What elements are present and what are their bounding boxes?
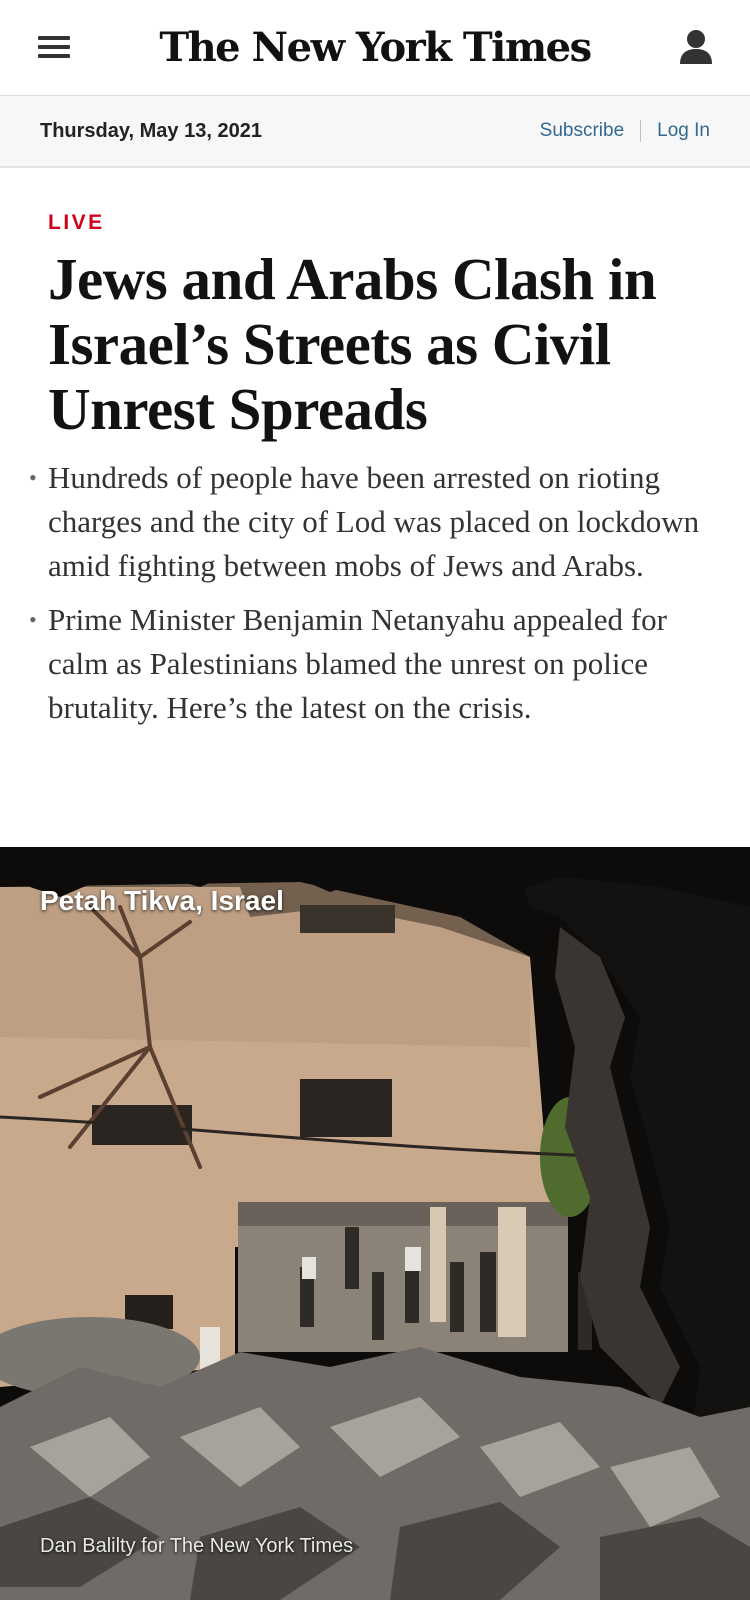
summary-bullet: • Hundreds of people have been arrested …: [29, 456, 702, 588]
summary-bullet: • Prime Minister Benjamin Netanyahu appe…: [29, 598, 702, 730]
top-bar: The New York Times: [0, 0, 750, 96]
nyt-logo[interactable]: The New York Times: [159, 24, 592, 71]
summary-bullets: • Hundreds of people have been arrested …: [29, 456, 702, 730]
summary-bullet-text: Prime Minister Benjamin Netanyahu appeal…: [48, 602, 667, 725]
subscribe-link[interactable]: Subscribe: [540, 120, 625, 142]
lead-photo[interactable]: Petah Tikva, Israel Dan Balilty for The …: [0, 847, 750, 1600]
current-date: Thursday, May 13, 2021: [40, 119, 262, 142]
bullet-dot-icon: •: [29, 465, 37, 490]
person-icon[interactable]: [678, 28, 714, 66]
article-summary: LIVE Jews and Arabs Clash in Israel’s St…: [0, 168, 750, 730]
headline[interactable]: Jews and Arabs Clash in Israel’s Streets…: [48, 247, 702, 442]
summary-bullet-text: Hundreds of people have been arrested on…: [48, 460, 700, 583]
account-links: Subscribe Log In: [540, 120, 710, 142]
bullet-dot-icon: •: [29, 607, 37, 632]
photo-credit: Dan Balilty for The New York Times: [40, 1535, 354, 1557]
date-bar: Thursday, May 13, 2021 Subscribe Log In: [0, 96, 750, 168]
link-divider: [640, 120, 642, 142]
hamburger-menu-icon[interactable]: [38, 36, 70, 60]
damaged-building-image: [0, 847, 750, 1600]
login-link[interactable]: Log In: [657, 120, 710, 142]
live-label: LIVE: [48, 211, 105, 234]
photo-location: Petah Tikva, Israel: [40, 885, 284, 916]
